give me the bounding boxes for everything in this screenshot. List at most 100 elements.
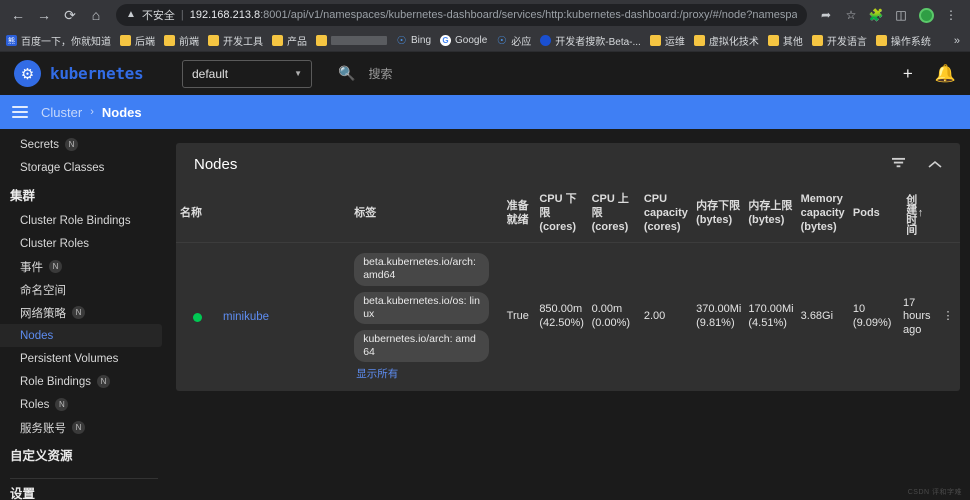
bookmark-label: Google: [455, 35, 488, 46]
reload-icon[interactable]: ⟳: [58, 3, 82, 27]
table-row[interactable]: minikube beta.kubernetes.io/arch: amd64 …: [176, 243, 960, 391]
bookmark-item[interactable]: 开发工具: [208, 33, 263, 48]
watermark: CSDN 评和字难: [907, 489, 962, 496]
sidebar-item-network-policies[interactable]: 网络策略 N: [0, 301, 162, 324]
bookmark-item[interactable]: 虚拟化技术: [693, 33, 759, 48]
sidebar-item-settings[interactable]: 设置: [0, 479, 170, 500]
star-icon[interactable]: ☆: [840, 4, 862, 26]
side-panel-icon[interactable]: ◫: [890, 4, 912, 26]
card-header-actions: [891, 157, 942, 172]
column-header-memory-limits[interactable]: 内存上限 (bytes): [744, 185, 797, 244]
url-host: 192.168.213.8: [189, 9, 261, 21]
folder-icon: [208, 35, 219, 46]
sidebar-item-label: Nodes: [20, 329, 54, 342]
cpu-requests-percent: (42.50%): [539, 317, 584, 330]
cell-memory-requests: 370.00Mi (9.81%): [692, 243, 744, 391]
bookmarks-overflow-icon[interactable]: »: [954, 35, 964, 47]
column-header-cpu-limits[interactable]: CPU 上限 (cores): [587, 185, 640, 244]
bookmark-item[interactable]: 操作系统: [875, 33, 931, 48]
bookmark-item[interactable]: 产品: [272, 33, 307, 48]
sidebar-item-secrets[interactable]: Secrets N: [0, 133, 162, 156]
filter-funnel-icon[interactable]: [891, 157, 906, 172]
column-header-cpu-capacity[interactable]: CPU capacity (cores): [639, 185, 693, 244]
global-search[interactable]: 🔍 搜索: [338, 59, 903, 89]
chevron-up-icon[interactable]: [928, 158, 942, 171]
memory-limits-percent: (4.51%): [748, 317, 787, 330]
sidebar-item-cluster-roles[interactable]: Cluster Roles: [0, 232, 162, 255]
breadcrumb-current: Nodes: [101, 104, 142, 120]
breadcrumb-parent[interactable]: Cluster: [41, 105, 82, 120]
sidebar-item-nodes[interactable]: Nodes: [0, 324, 162, 347]
column-header-memory-requests[interactable]: 内存下限 (bytes): [692, 185, 745, 244]
cell-cpu-limits: 0.00m (0.00%): [588, 243, 640, 391]
back-icon[interactable]: ←: [6, 3, 30, 27]
create-resource-plus-icon[interactable]: +: [903, 65, 913, 82]
search-icon: 🔍: [338, 65, 356, 81]
sidebar-item-persistent-volumes[interactable]: Persistent Volumes: [0, 347, 162, 370]
column-header-ready[interactable]: 准备就绪: [502, 185, 536, 244]
menu-hamburger-icon[interactable]: [12, 106, 28, 118]
node-name-link[interactable]: minikube: [223, 310, 269, 324]
bookmark-item[interactable]: 运维: [649, 33, 685, 48]
sidebar-item-label: Cluster Roles: [20, 237, 90, 250]
address-bar[interactable]: ▲ 不安全 | 192.168.213.8:8001/api/v1/namesp…: [116, 4, 807, 26]
sidebar-section-custom-resources[interactable]: 自定义资源: [0, 439, 170, 469]
cpu-requests-line2: (cores): [539, 220, 576, 233]
breadcrumb-separator-icon: ›: [90, 106, 94, 118]
bookmark-item[interactable]: ☉ 必应: [496, 33, 531, 48]
bookmark-item[interactable]: 开发者搜款-Beta-...: [540, 33, 641, 48]
column-header-created[interactable]: 创建时间 ↑: [898, 185, 936, 244]
chrome-menu-icon[interactable]: ⋮: [940, 4, 962, 26]
bookmark-item[interactable]: 开发语言: [811, 33, 867, 48]
extensions-puzzle-icon[interactable]: 🧩: [865, 4, 887, 26]
column-header-memory-capacity[interactable]: Memory capacity (bytes): [796, 185, 849, 244]
bookmark-item[interactable]: 前端: [164, 33, 199, 48]
column-header-pods[interactable]: Pods: [848, 185, 899, 244]
sidebar-section-label: 集群: [10, 188, 36, 203]
bookmark-label: 操作系统: [890, 37, 931, 48]
namespace-selected-value: default: [192, 66, 229, 81]
sidebar-item-role-bindings[interactable]: Role Bindings N: [0, 370, 162, 393]
search-input-placeholder[interactable]: 搜索: [368, 65, 392, 82]
memory-requests-line2: (bytes): [696, 213, 733, 226]
namespaced-badge: N: [55, 398, 69, 411]
sidebar-item-namespaces[interactable]: 命名空间: [0, 278, 162, 301]
sidebar-item-service-accounts[interactable]: 服务账号 N: [0, 416, 162, 439]
status-healthy-icon: [193, 312, 202, 322]
profile-avatar[interactable]: [915, 4, 937, 26]
row-actions-kebab-icon[interactable]: ⋮: [936, 243, 960, 391]
memory-capacity-line1: Memory: [800, 193, 843, 205]
namespaced-badge: N: [96, 375, 110, 388]
column-header-labels[interactable]: 标签: [350, 185, 503, 244]
notifications-bell-icon[interactable]: 🔔: [935, 65, 956, 82]
browser-toolbar-actions: ➦ ☆ 🧩 ◫ ⋮: [815, 4, 964, 26]
share-icon[interactable]: ➦: [815, 4, 837, 26]
bookmark-item[interactable]: 后端: [120, 33, 155, 48]
brand[interactable]: ⚙ kubernetes: [14, 60, 160, 87]
column-header-name[interactable]: 名称: [176, 185, 351, 244]
memory-limits-value: 170.00Mi: [748, 303, 794, 316]
folder-icon: [120, 35, 131, 46]
sidebar-item-events[interactable]: 事件 N: [0, 255, 162, 278]
bing-icon: ☉: [396, 35, 407, 47]
column-header-cpu-requests[interactable]: CPU 下限 (cores): [535, 185, 588, 244]
cell-created: 17 hours ago: [899, 243, 936, 391]
bookmark-item[interactable]: 熊 百度一下，你就知道: [6, 33, 111, 48]
table-body: minikube beta.kubernetes.io/arch: amd64 …: [176, 243, 960, 391]
show-all-labels-link[interactable]: 显示所有: [354, 368, 398, 381]
namespace-selector[interactable]: default ▼: [182, 59, 312, 88]
bookmark-item[interactable]: ☉ Bing: [396, 35, 431, 47]
bookmark-item[interactable]: 其他: [767, 33, 803, 48]
home-icon[interactable]: ⌂: [84, 3, 108, 27]
omnibox-divider: |: [180, 9, 184, 21]
forward-icon[interactable]: →: [32, 3, 56, 27]
created-line2: hours: [902, 310, 931, 323]
bookmark-item-redacted[interactable]: [316, 35, 387, 46]
sidebar-item-cluster-role-bindings[interactable]: Cluster Role Bindings: [0, 209, 162, 232]
nodes-card: Nodes 名称 标签 准备就绪 CPU 下限 (cores) CPU 上限 (…: [176, 143, 960, 392]
sidebar-item-roles[interactable]: Roles N: [0, 393, 162, 416]
sidebar-item-storage-classes[interactable]: Storage Classes: [0, 156, 162, 179]
bookmark-item[interactable]: G Google: [440, 35, 487, 46]
browser-chrome: ← → ⟳ ⌂ ▲ 不安全 | 192.168.213.8:8001/api/v…: [0, 0, 970, 52]
bookmark-label: 前端: [179, 37, 199, 48]
